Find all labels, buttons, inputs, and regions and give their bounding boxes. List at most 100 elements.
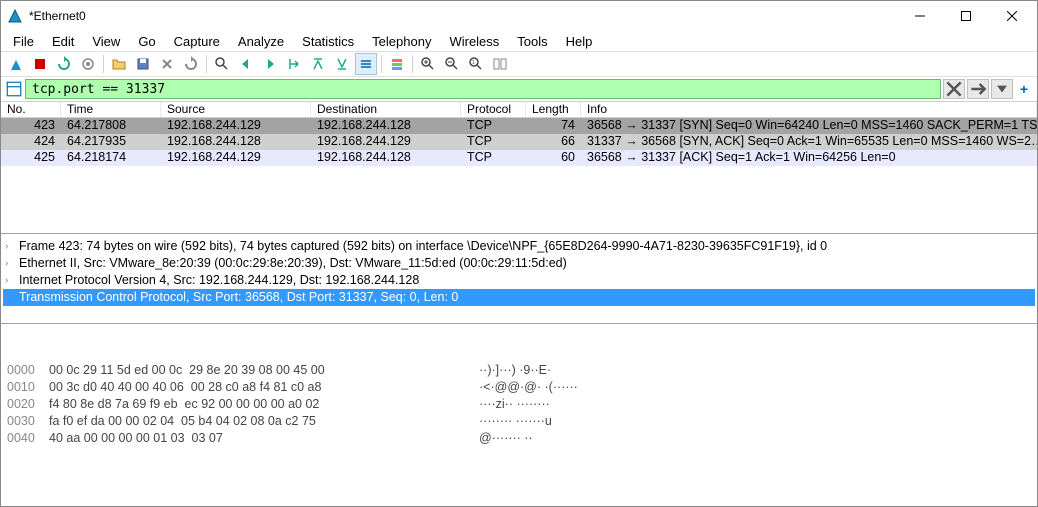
toolbar-sep — [381, 55, 382, 73]
menu-help[interactable]: Help — [558, 32, 601, 51]
toolbar-sep — [206, 55, 207, 73]
svg-text:1: 1 — [472, 60, 475, 66]
hex-ascii: ····zi·· ········ — [479, 396, 550, 413]
filter-bar: + — [1, 77, 1037, 101]
detail-text: Transmission Control Protocol, Src Port:… — [19, 289, 458, 306]
hex-offset: 0000 — [7, 362, 49, 379]
go-forward-button[interactable] — [259, 53, 281, 75]
title-bar: *Ethernet0 — [1, 1, 1037, 31]
col-protocol[interactable]: Protocol — [461, 102, 526, 117]
detail-line[interactable]: ›Ethernet II, Src: VMware_8e:20:39 (00:0… — [3, 255, 1035, 272]
bookmark-filter-icon[interactable] — [5, 80, 23, 98]
cell-proto: TCP — [461, 150, 526, 166]
packet-row[interactable]: 42564.218174192.168.244.129192.168.244.1… — [1, 150, 1037, 166]
hex-line[interactable]: 0020f4 80 8e d8 7a 69 f9 eb ec 92 00 00 … — [7, 396, 1031, 413]
expand-icon[interactable]: › — [5, 272, 19, 289]
close-file-button[interactable] — [156, 53, 178, 75]
col-length[interactable]: Length — [526, 102, 581, 117]
menu-analyze[interactable]: Analyze — [230, 32, 292, 51]
start-capture-button[interactable] — [5, 53, 27, 75]
restart-capture-button[interactable] — [53, 53, 75, 75]
zoom-in-button[interactable] — [417, 53, 439, 75]
display-filter-input[interactable] — [25, 79, 941, 99]
detail-line[interactable]: ›Transmission Control Protocol, Src Port… — [3, 289, 1035, 306]
apply-filter-button[interactable] — [967, 79, 989, 99]
packet-list-header[interactable]: No. Time Source Destination Protocol Len… — [1, 101, 1037, 118]
reload-button[interactable] — [180, 53, 202, 75]
packet-list[interactable]: No. Time Source Destination Protocol Len… — [1, 101, 1037, 233]
packet-bytes[interactable]: 000000 0c 29 11 5d ed 00 0c 29 8e 20 39 … — [1, 323, 1037, 468]
goto-last-button[interactable] — [331, 53, 353, 75]
expand-icon[interactable]: › — [5, 238, 19, 255]
find-packet-button[interactable] — [211, 53, 233, 75]
hex-ascii: ·<·@@·@· ·(······ — [479, 379, 578, 396]
packet-row[interactable]: 42464.217935192.168.244.128192.168.244.1… — [1, 134, 1037, 150]
cell-info: 36568 → 31337 [SYN] Seq=0 Win=64240 Len=… — [581, 118, 1037, 134]
cell-info: 36568 → 31337 [ACK] Seq=1 Ack=1 Win=6425… — [581, 150, 1037, 166]
cell-no: 423 — [1, 118, 61, 134]
menu-tools[interactable]: Tools — [509, 32, 555, 51]
col-destination[interactable]: Destination — [311, 102, 461, 117]
save-file-button[interactable] — [132, 53, 154, 75]
minimize-button[interactable] — [897, 1, 943, 31]
maximize-button[interactable] — [943, 1, 989, 31]
menu-statistics[interactable]: Statistics — [294, 32, 362, 51]
hex-ascii: ········ ·······u — [479, 413, 552, 430]
menu-view[interactable]: View — [84, 32, 128, 51]
autoscroll-button[interactable] — [355, 53, 377, 75]
expand-icon[interactable]: › — [5, 255, 19, 272]
hex-bytes: 40 aa 00 00 00 00 01 03 03 07 — [49, 430, 479, 447]
cell-no: 425 — [1, 150, 61, 166]
colorize-button[interactable] — [386, 53, 408, 75]
stop-capture-button[interactable] — [29, 53, 51, 75]
cell-dst: 192.168.244.129 — [311, 134, 461, 150]
add-filter-button[interactable]: + — [1015, 79, 1033, 99]
zoom-reset-button[interactable]: 1 — [465, 53, 487, 75]
menu-go[interactable]: Go — [130, 32, 163, 51]
open-file-button[interactable] — [108, 53, 130, 75]
col-time[interactable]: Time — [61, 102, 161, 117]
hex-line[interactable]: 0030fa f0 ef da 00 00 02 04 05 b4 04 02 … — [7, 413, 1031, 430]
packet-details[interactable]: ›Frame 423: 74 bytes on wire (592 bits),… — [1, 233, 1037, 323]
hex-bytes: f4 80 8e d8 7a 69 f9 eb ec 92 00 00 00 0… — [49, 396, 479, 413]
cell-src: 192.168.244.129 — [161, 150, 311, 166]
menu-edit[interactable]: Edit — [44, 32, 82, 51]
menu-wireless[interactable]: Wireless — [441, 32, 507, 51]
hex-bytes: 00 0c 29 11 5d ed 00 0c 29 8e 20 39 08 0… — [49, 362, 479, 379]
menu-file[interactable]: File — [5, 32, 42, 51]
cell-len: 66 — [526, 134, 581, 150]
menu-bar: File Edit View Go Capture Analyze Statis… — [1, 31, 1037, 51]
window-title: *Ethernet0 — [29, 9, 897, 23]
col-no[interactable]: No. — [1, 102, 61, 117]
capture-options-button[interactable] — [77, 53, 99, 75]
menu-capture[interactable]: Capture — [166, 32, 228, 51]
app-icon — [7, 8, 23, 24]
expand-icon[interactable]: › — [5, 289, 19, 306]
go-back-button[interactable] — [235, 53, 257, 75]
cell-time: 64.217808 — [61, 118, 161, 134]
clear-filter-button[interactable] — [943, 79, 965, 99]
hex-bytes: fa f0 ef da 00 00 02 04 05 b4 04 02 08 0… — [49, 413, 479, 430]
menu-telephony[interactable]: Telephony — [364, 32, 439, 51]
goto-first-button[interactable] — [307, 53, 329, 75]
detail-line[interactable]: ›Internet Protocol Version 4, Src: 192.1… — [3, 272, 1035, 289]
hex-ascii: ··)·]···) ·9··E· — [479, 362, 551, 379]
col-info[interactable]: Info — [581, 102, 1037, 117]
goto-packet-button[interactable] — [283, 53, 305, 75]
detail-line[interactable]: ›Frame 423: 74 bytes on wire (592 bits),… — [3, 238, 1035, 255]
resize-columns-button[interactable] — [489, 53, 511, 75]
recent-filters-button[interactable] — [991, 79, 1013, 99]
cell-proto: TCP — [461, 134, 526, 150]
detail-text: Ethernet II, Src: VMware_8e:20:39 (00:0c… — [19, 255, 567, 272]
hex-line[interactable]: 004040 aa 00 00 00 00 01 03 03 07@······… — [7, 430, 1031, 447]
cell-len: 74 — [526, 118, 581, 134]
packet-row[interactable]: 42364.217808192.168.244.129192.168.244.1… — [1, 118, 1037, 134]
hex-line[interactable]: 001000 3c d0 40 40 00 40 06 00 28 c0 a8 … — [7, 379, 1031, 396]
close-button[interactable] — [989, 1, 1035, 31]
hex-bytes: 00 3c d0 40 40 00 40 06 00 28 c0 a8 f4 8… — [49, 379, 479, 396]
zoom-out-button[interactable] — [441, 53, 463, 75]
col-source[interactable]: Source — [161, 102, 311, 117]
cell-dst: 192.168.244.128 — [311, 150, 461, 166]
hex-line[interactable]: 000000 0c 29 11 5d ed 00 0c 29 8e 20 39 … — [7, 362, 1031, 379]
cell-len: 60 — [526, 150, 581, 166]
